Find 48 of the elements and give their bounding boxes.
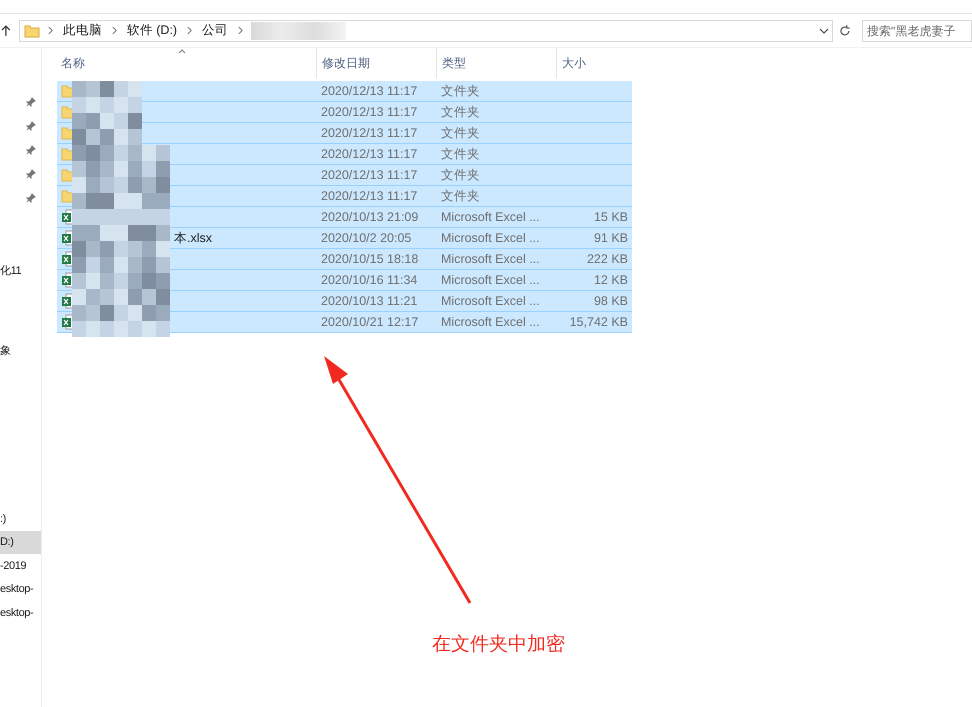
type-cell-text: 文件夹: [440, 146, 481, 163]
column-header[interactable]: 名称: [56, 48, 316, 78]
sidebar-item[interactable]: esktop-: [0, 602, 41, 625]
date-cell-text: 2020/12/13 11:17: [320, 104, 418, 121]
size-cell-text: 98 KB: [592, 292, 629, 310]
date-cell-text: 2020/12/13 11:17: [320, 82, 418, 100]
file-name[interactable]: 本.xlsx: [174, 228, 212, 248]
date-cell-text: 2020/10/13 21:09: [320, 208, 420, 226]
type-cell-text: 文件夹: [440, 124, 481, 142]
breadcrumb[interactable]: 公司: [200, 21, 230, 40]
type-cell-text: 文件夹: [440, 166, 481, 184]
breadcrumb[interactable]: 此电脑: [60, 21, 104, 40]
date-cell-text: 2020/10/2 20:05: [320, 230, 412, 247]
date-cell-text: 2020/10/15 18:18: [320, 250, 420, 268]
date-cell-text: 2020/10/21 12:17: [320, 314, 420, 331]
size-cell-text: 15,742 KB: [568, 314, 629, 331]
breadcrumb[interactable]: 软件 (D:): [124, 21, 180, 40]
address-bar[interactable]: 此电脑 软件 (D:) 公司: [18, 20, 834, 42]
type-cell-text: Microsoft Excel ...: [440, 314, 541, 331]
type-cell-text: Microsoft Excel ...: [440, 292, 541, 310]
size-cell-text: 91 KB: [592, 230, 629, 247]
sidebar-item[interactable]: 象: [0, 340, 41, 363]
column-header[interactable]: 修改日期: [316, 48, 436, 78]
date-cell-text: 2020/12/13 11:17: [320, 146, 418, 163]
type-cell-text: Microsoft Excel ...: [440, 272, 541, 289]
sidebar-item[interactable]: :): [0, 508, 41, 531]
size-cell-text: 12 KB: [592, 272, 629, 289]
search-field[interactable]: 搜索"黑老虎妻子: [862, 20, 972, 42]
date-cell-text: 2020/12/13 11:17: [320, 166, 418, 184]
type-cell-text: 文件夹: [440, 82, 481, 100]
size-cell-text: 222 KB: [586, 250, 629, 268]
date-cell-text: 2020/12/13 11:17: [320, 124, 418, 142]
type-cell-text: Microsoft Excel ...: [440, 208, 541, 226]
annotation-text: 在文件夹中加密: [432, 633, 565, 657]
sidebar-item[interactable]: esktop-: [0, 578, 41, 601]
sidebar-item[interactable]: 化11: [0, 260, 41, 283]
type-cell-text: 文件夹: [440, 104, 481, 121]
type-cell-text: Microsoft Excel ...: [440, 230, 541, 247]
type-cell-text: Microsoft Excel ...: [440, 250, 541, 268]
sidebar-item[interactable]: D:): [0, 531, 41, 554]
date-cell-text: 2020/12/13 11:17: [320, 188, 418, 205]
size-cell-text: 15 KB: [592, 208, 629, 226]
sidebar-item[interactable]: -2019: [0, 555, 41, 578]
column-header[interactable]: 大小: [556, 48, 636, 78]
type-cell-text: 文件夹: [440, 188, 481, 205]
date-cell-text: 2020/10/16 11:34: [320, 272, 418, 289]
column-header[interactable]: 类型: [436, 48, 556, 78]
date-cell-text: 2020/10/13 11:21: [320, 292, 418, 310]
